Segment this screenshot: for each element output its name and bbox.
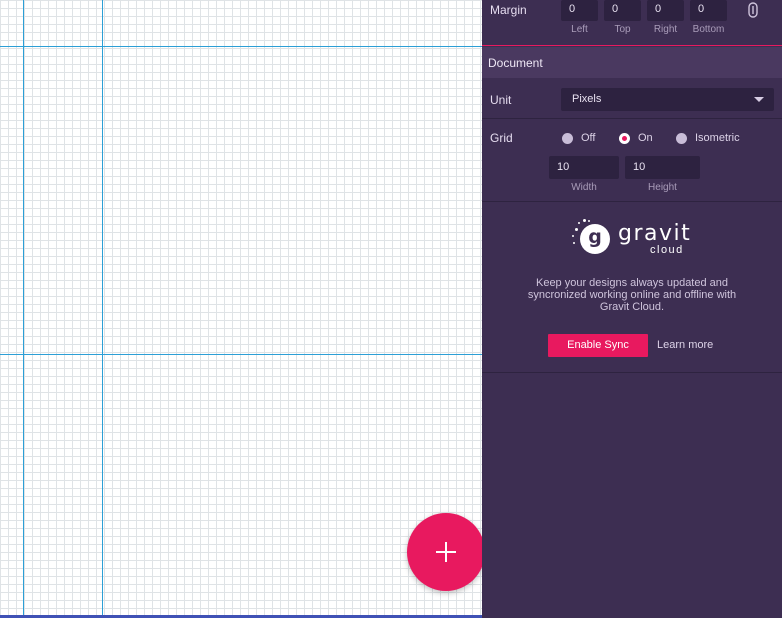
logo-name: gravit — [618, 221, 692, 246]
margin-left-input[interactable]: 0 — [561, 0, 598, 21]
grid-isometric-label: Isometric — [695, 132, 740, 144]
radio-checked-icon — [619, 132, 630, 144]
grid-width-input[interactable]: 10 — [549, 156, 619, 179]
link-lock-icon[interactable] — [746, 2, 760, 18]
grid-label: Grid — [490, 131, 513, 145]
logo-sub: cloud — [650, 244, 684, 256]
unit-select[interactable]: Pixels — [561, 88, 774, 111]
margin-label: Margin — [490, 3, 527, 17]
unit-label: Unit — [490, 93, 512, 107]
grid-height-input[interactable]: 10 — [625, 156, 700, 179]
vertical-guide[interactable] — [102, 0, 103, 618]
margin-left-label: Left — [571, 24, 588, 35]
add-fab-button[interactable] — [407, 513, 485, 591]
margin-top-label: Top — [614, 24, 631, 35]
margin-bottom-input[interactable]: 0 — [690, 0, 727, 21]
grid-off-radio[interactable]: Off — [562, 132, 595, 144]
margin-bottom-label: Bottom — [692, 24, 725, 35]
design-canvas[interactable] — [0, 0, 482, 618]
chevron-down-icon — [754, 97, 764, 102]
inspector-panel: Margin 0 0 0 0 Left Top Right Bottom Doc… — [482, 0, 782, 618]
radio-icon — [676, 132, 687, 144]
unit-select-value: Pixels — [572, 93, 602, 105]
vertical-guide[interactable] — [23, 0, 24, 618]
gravit-cloud-logo: g gravit cloud — [572, 218, 702, 258]
horizontal-guide[interactable] — [0, 354, 482, 355]
horizontal-guide[interactable] — [0, 46, 482, 47]
margin-right-input[interactable]: 0 — [647, 0, 684, 21]
divider — [482, 201, 782, 202]
gravit-g-icon: g — [580, 224, 610, 254]
grid-height-label: Height — [648, 182, 677, 193]
radio-icon — [562, 132, 573, 144]
divider — [482, 118, 782, 119]
margin-right-label: Right — [653, 24, 678, 35]
grid-width-label: Width — [571, 182, 597, 193]
grid-on-radio[interactable]: On — [619, 132, 653, 144]
plus-icon — [436, 542, 456, 562]
margin-row: Margin 0 0 0 0 Left Top Right Bottom — [482, 0, 782, 46]
margin-top-input[interactable]: 0 — [604, 0, 641, 21]
learn-more-link[interactable]: Learn more — [657, 339, 713, 351]
grid-off-label: Off — [581, 132, 596, 144]
grid-isometric-radio[interactable]: Isometric — [676, 132, 740, 144]
document-section-header[interactable]: Document — [482, 47, 782, 78]
grid-on-label: On — [638, 132, 653, 144]
cloud-description: Keep your designs always updated and syn… — [527, 277, 737, 313]
enable-sync-button[interactable]: Enable Sync — [548, 334, 648, 357]
divider — [482, 372, 782, 373]
